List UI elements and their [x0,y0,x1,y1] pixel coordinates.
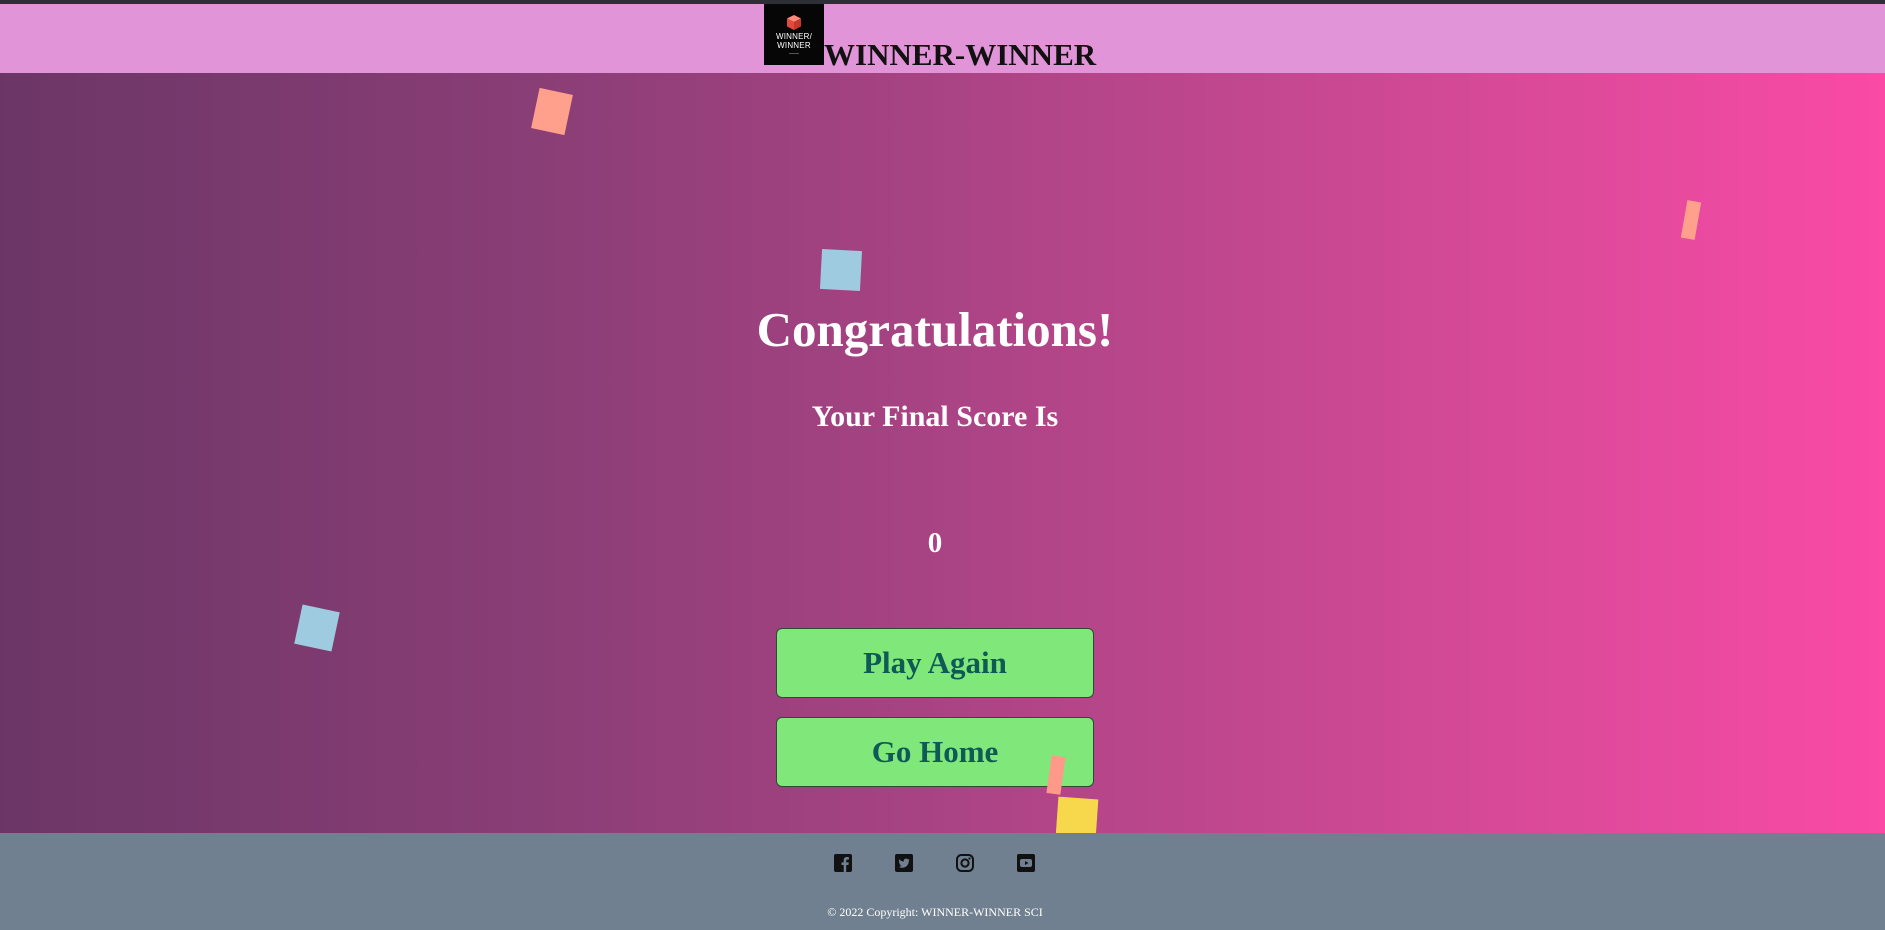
final-score-value: 0 [927,527,943,559]
site-footer: © 2022 Copyright: WINNER-WINNER SCI [0,833,1885,930]
facebook-icon[interactable] [833,853,853,873]
confetti-piece [531,87,573,136]
twitter-icon[interactable] [894,853,914,873]
site-header: WINNER/ WINNER WINNER-WINNER [0,4,1885,73]
logo-text-line1: WINNER/ [775,32,813,41]
instagram-icon[interactable] [955,853,975,873]
logo-tagline-bar [789,53,799,54]
logo-text-line2: WINNER [777,41,811,50]
final-score-label: Your Final Score Is [811,400,1059,433]
play-again-button[interactable]: Play Again [776,628,1094,698]
brand-logo[interactable]: WINNER/ WINNER [764,4,824,65]
congratulations-heading: Congratulations! [756,302,1114,357]
logo-wordmark: WINNER/ WINNER [776,32,812,50]
go-home-button[interactable]: Go Home [776,717,1094,787]
cube-icon [787,15,801,30]
results-panel: Congratulations! Your Final Score Is 0 P… [0,73,1885,833]
copyright-text: © 2022 Copyright: WINNER-WINNER SCI [827,905,1043,919]
brand-title: WINNER-WINNER [824,37,1097,72]
youtube-icon[interactable] [1016,853,1036,873]
confetti-piece [1055,796,1099,833]
confetti-piece [294,604,340,652]
confetti-piece [819,248,863,292]
confetti-piece [1680,200,1702,240]
